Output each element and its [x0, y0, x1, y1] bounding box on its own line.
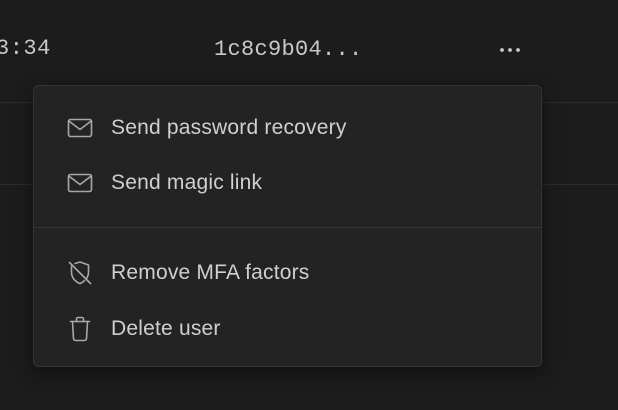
last-sign-in-cell: 3:34 [0, 36, 51, 61]
mail-icon [66, 169, 94, 197]
more-horizontal-icon [500, 48, 520, 52]
menu-item-delete-user[interactable]: Delete user [46, 306, 530, 352]
menu-item-send-password-recovery[interactable]: Send password recovery [46, 105, 530, 151]
trash-icon [66, 315, 94, 343]
menu-item-label: Send magic link [111, 171, 263, 194]
menu-item-remove-mfa-factors[interactable]: Remove MFA factors [46, 250, 530, 296]
user-id-cell: 1c8c9b04... [214, 37, 363, 62]
menu-item-label: Delete user [111, 317, 221, 340]
user-actions-menu: Send password recovery Send magic link R… [33, 85, 542, 367]
menu-item-label: Remove MFA factors [111, 261, 310, 284]
mail-icon [66, 114, 94, 142]
menu-item-label: Send password recovery [111, 116, 347, 139]
row-actions-button[interactable] [494, 36, 526, 64]
shield-off-icon [66, 259, 94, 287]
menu-divider [34, 227, 541, 228]
menu-item-send-magic-link[interactable]: Send magic link [46, 160, 530, 206]
